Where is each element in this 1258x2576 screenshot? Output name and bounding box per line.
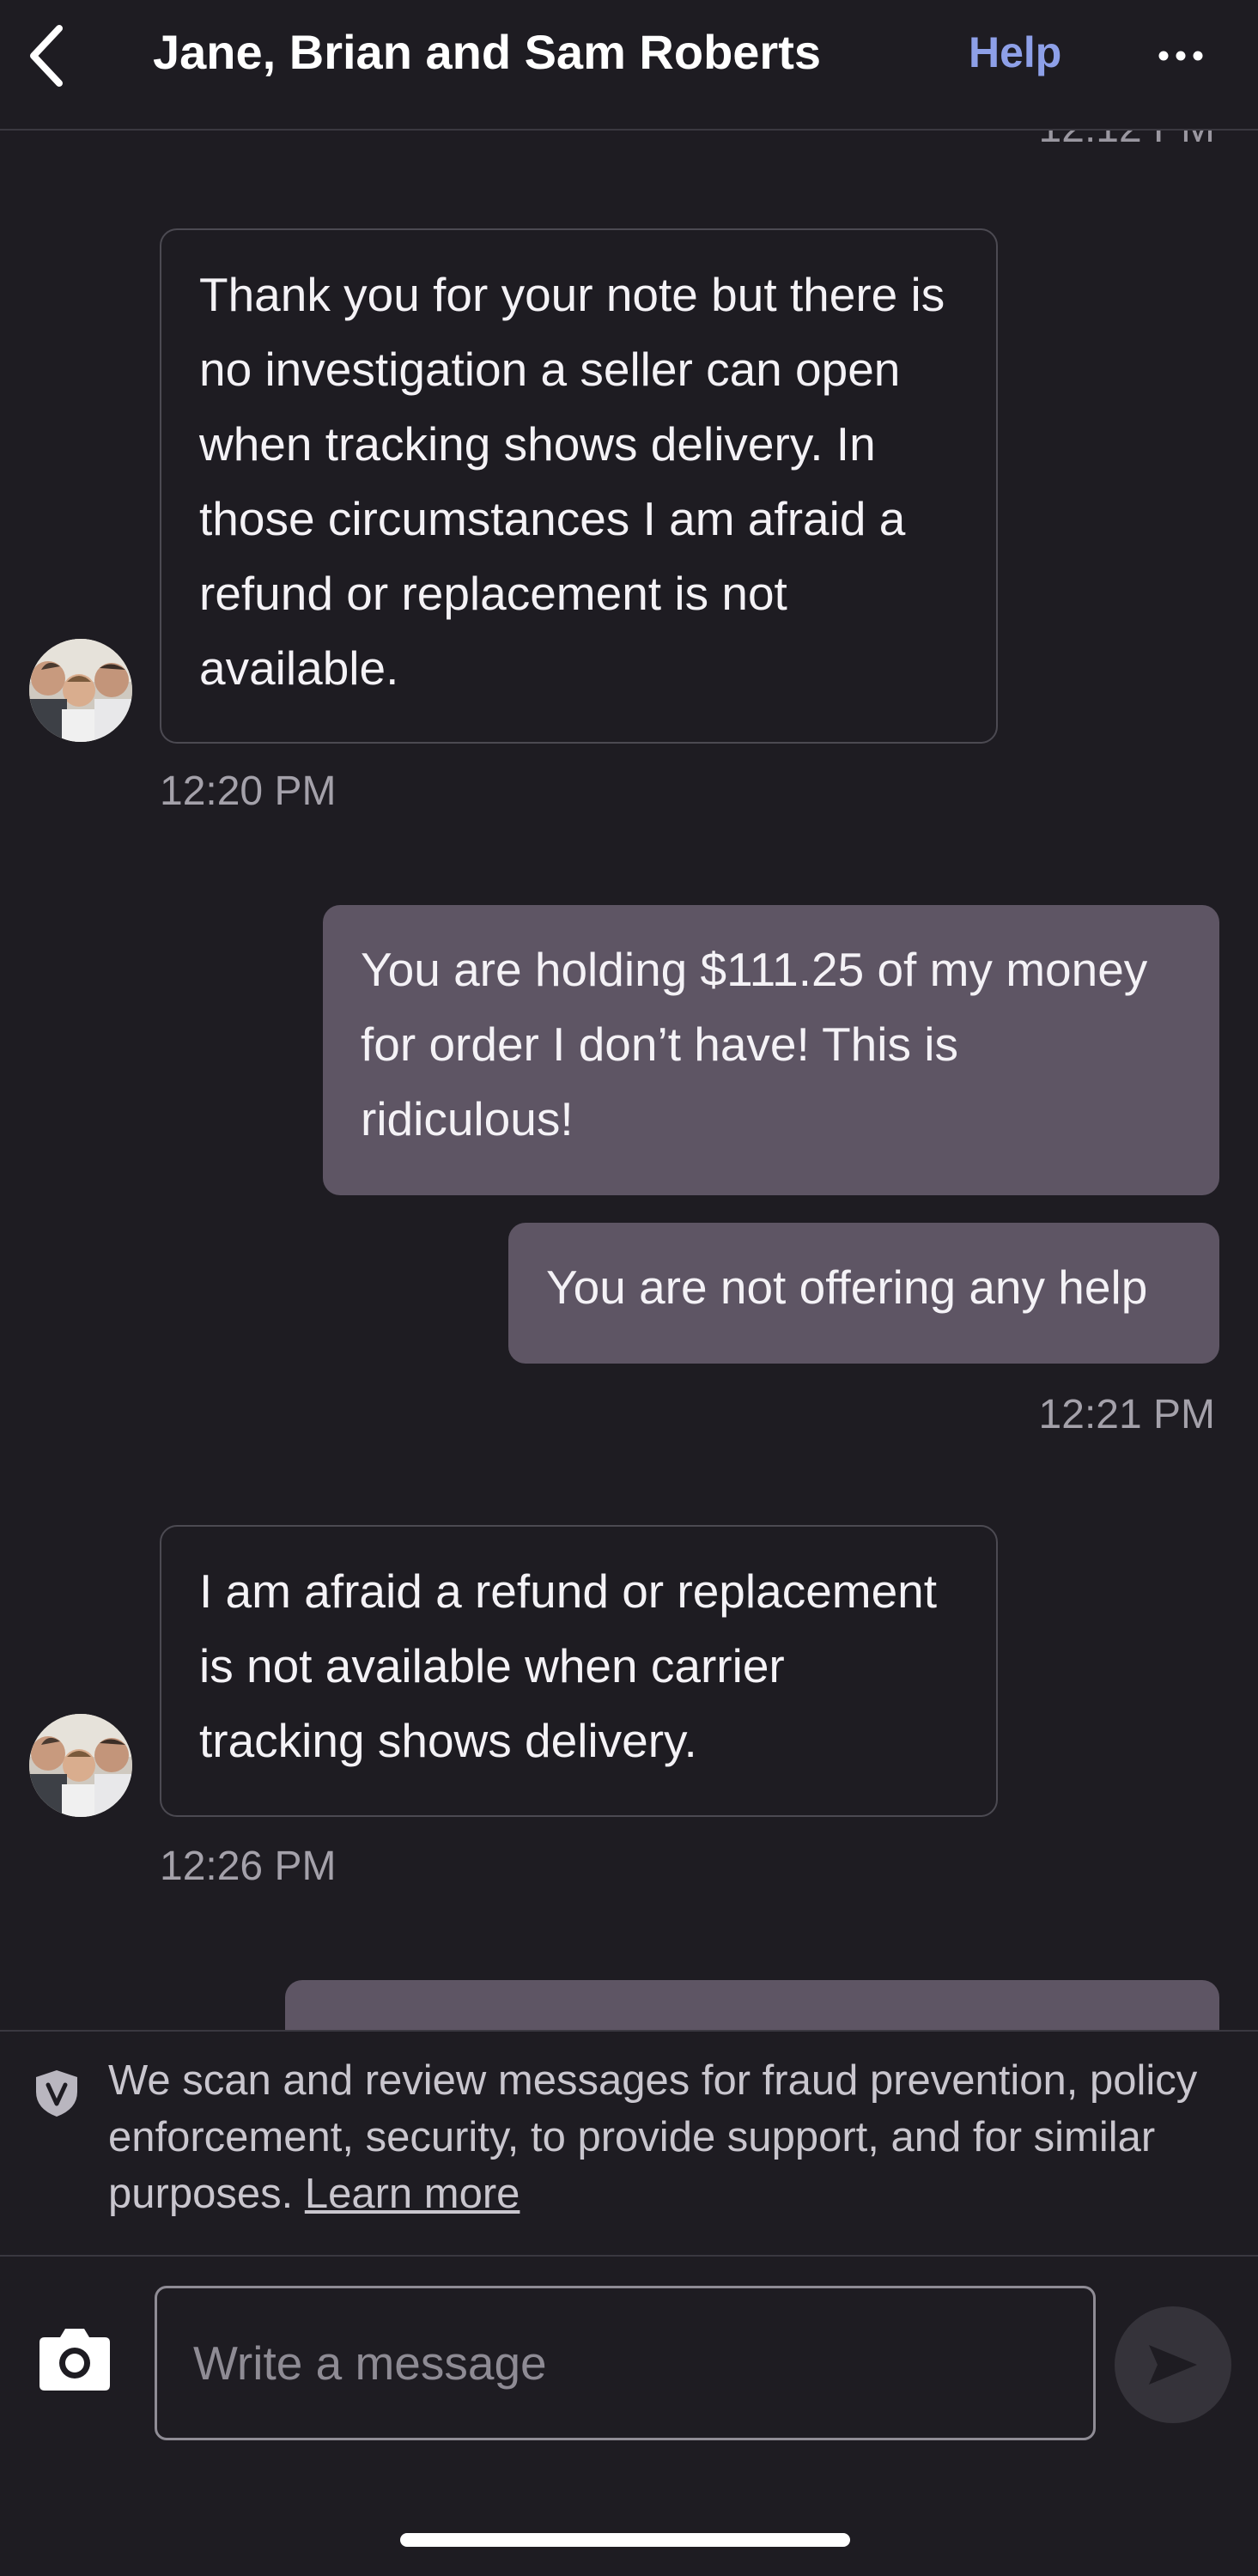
notice-text: We scan and review messages for fraud pr… (108, 2052, 1225, 2222)
home-indicator[interactable] (400, 2533, 850, 2547)
shield-v-icon (36, 2070, 77, 2117)
header-bar: Jane, Brian and Sam Roberts Help (0, 0, 1258, 131)
conversation-screen: Jane, Brian and Sam Roberts Help 12:12 P… (0, 0, 1258, 2576)
message-text: You are not offering any help (546, 1261, 1148, 1314)
privacy-notice: We scan and review messages for fraud pr… (0, 2030, 1258, 2257)
message-list[interactable]: 12:12 PM Thank you for your note but the… (0, 129, 1258, 2030)
avatar[interactable] (29, 639, 132, 742)
conversation-title: Jane, Brian and Sam Roberts (153, 25, 822, 79)
notice-message: We scan and review messages for fraud pr… (108, 2057, 1198, 2217)
send-icon (1149, 2345, 1197, 2385)
outgoing-message-bubble[interactable]: You are holding $111.25 of my money for … (323, 905, 1219, 1195)
camera-icon (40, 2329, 110, 2391)
message-text: Thank you for your note but there is no … (199, 268, 945, 695)
ellipsis-icon (1158, 51, 1203, 61)
message-input[interactable] (155, 2286, 1096, 2440)
message-timestamp: 12:21 PM (1038, 1392, 1215, 1437)
back-button[interactable] (12, 17, 81, 94)
message-timestamp: 12:26 PM (160, 1844, 337, 1889)
avatar[interactable] (29, 1714, 132, 1817)
help-link[interactable]: Help (969, 27, 1061, 77)
message-text: I am afraid a refund or replacement is n… (199, 1564, 938, 1767)
incoming-message-bubble[interactable]: Thank you for your note but there is no … (160, 228, 998, 744)
send-button[interactable] (1115, 2306, 1231, 2423)
message-text: You are holding $111.25 of my money for … (361, 943, 1148, 1145)
outgoing-message-bubble[interactable]: You are not offering any help (508, 1223, 1219, 1364)
group-photo-icon (29, 1714, 132, 1817)
camera-button[interactable] (38, 2324, 112, 2392)
more-options-button[interactable] (1151, 26, 1211, 86)
chevron-left-icon (30, 25, 63, 87)
message-timestamp: 12:12 PM (1039, 129, 1215, 152)
group-photo-icon (29, 639, 132, 742)
message-timestamp: 12:20 PM (160, 769, 337, 814)
incoming-message-bubble[interactable]: I am afraid a refund or replacement is n… (160, 1525, 998, 1817)
learn-more-link[interactable]: Learn more (305, 2171, 520, 2217)
outgoing-message-bubble[interactable] (285, 1980, 1219, 2030)
